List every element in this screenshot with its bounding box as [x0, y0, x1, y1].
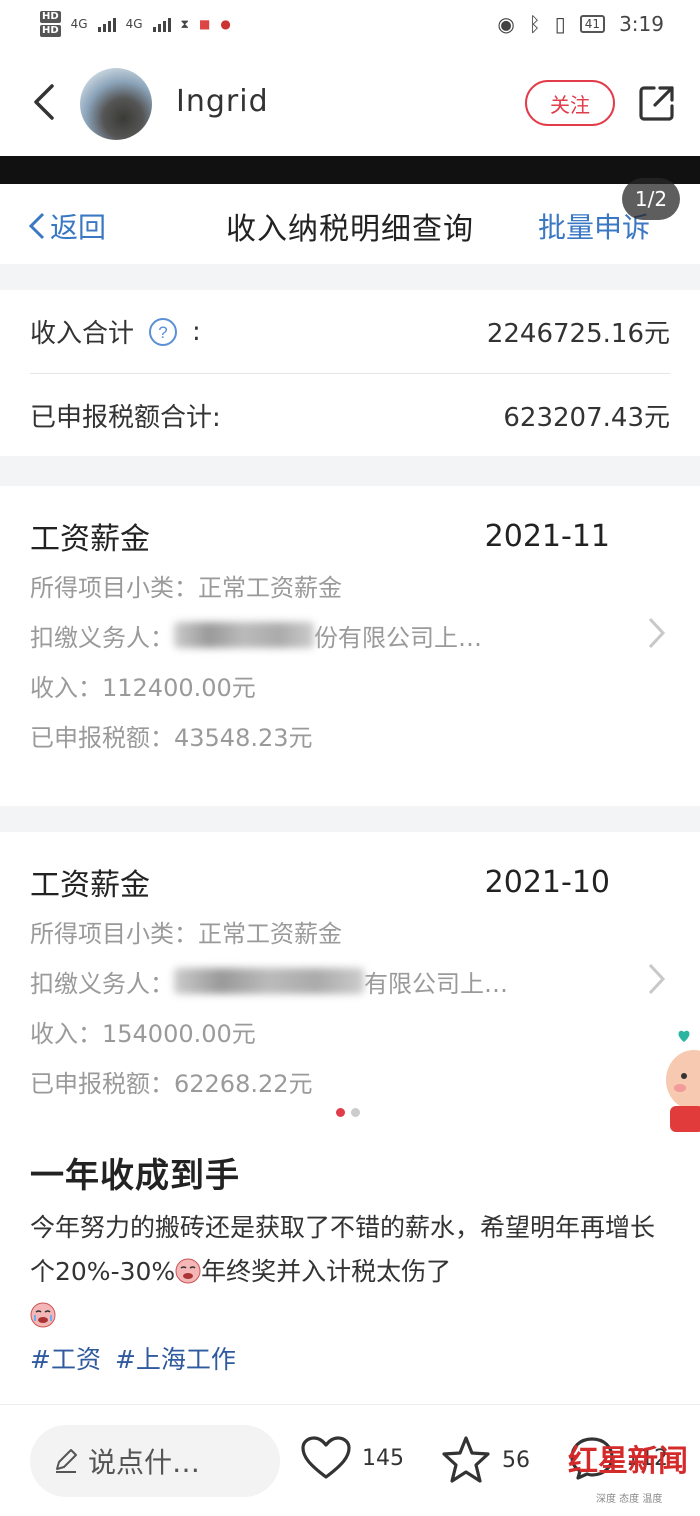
share-icon[interactable]: [638, 84, 676, 122]
record-withholder: 扣缴义务人： 份有限公司上…: [30, 610, 670, 660]
status-right-icons: ◉ ᛒ ▯ 41 3:19: [497, 12, 664, 36]
favorite-button[interactable]: 56: [440, 1435, 530, 1485]
status-left-icons: HD HD 4G 4G ⧗ ■ ●: [40, 10, 231, 38]
comment-input[interactable]: 说点什…: [30, 1425, 280, 1497]
tag-salary[interactable]: #工资: [30, 1340, 101, 1376]
record-subcategory: 所得项目小类：正常工资薪金: [30, 919, 342, 948]
sticker-icon[interactable]: [664, 1028, 700, 1138]
tax-total-row: 已申报税额合计: 623207.43元: [30, 373, 670, 456]
chevron-right-icon: [648, 963, 666, 995]
hd-badges: HD HD: [40, 10, 61, 38]
withholder-label: 扣缴义务人：: [30, 623, 174, 652]
record-tax: 已申报税额：43548.23元: [30, 723, 313, 752]
vibrate-icon: ▯: [554, 12, 566, 36]
record-header: 工资薪金 2021-11: [30, 512, 670, 560]
battery-icon: 41: [579, 15, 606, 33]
record-tax: 已申报税额：62268.22元: [30, 1069, 313, 1098]
income-total-colon: :: [192, 316, 201, 347]
record-subcategory: 所得项目小类：正常工资薪金: [30, 573, 342, 602]
post-body: 今年努力的搬砖还是获取了不错的薪水，希望明年再增长个20%-30% 年终奖并入计税…: [30, 1206, 670, 1338]
like-count: 145: [362, 1445, 404, 1471]
record-header: 工资薪金 2021-10: [30, 858, 670, 906]
question-icon: ?: [149, 317, 178, 346]
blurred-company-name: [174, 968, 364, 994]
record-date: 2021-10: [484, 864, 610, 900]
post-body-text-2: 年终奖并入计税太伤了: [201, 1257, 452, 1286]
bluetooth-icon: ᛒ: [528, 12, 541, 36]
status-bar: HD HD 4G 4G ⧗ ■ ● ◉ ᛒ ▯ 41 3:19: [0, 0, 700, 48]
record-income: 收入：154000.00元: [30, 1019, 256, 1048]
svg-text:?: ?: [158, 323, 167, 342]
back-arrow-icon[interactable]: [26, 80, 66, 124]
carousel-dot[interactable]: [351, 1108, 360, 1117]
tax-total-value: 623207.43元: [503, 402, 670, 433]
record-type: 工资薪金: [30, 522, 150, 557]
bank-notification-icon: ●: [220, 17, 231, 31]
like-button[interactable]: 145: [300, 1435, 404, 1481]
post-image[interactable]: 返回 收入纳税明细查询 批量申诉 收入合计 ? : 2246725.16元 已申…: [0, 156, 700, 1116]
signal-icon-2: [152, 16, 171, 32]
income-summary: 收入合计 ? : 2246725.16元 已申报税额合计: 623207.43元: [0, 290, 700, 456]
crying-face-icon: [30, 1302, 56, 1328]
follow-button[interactable]: 关注: [525, 80, 615, 126]
tax-record-card: 工资薪金 2021-11 所得项目小类：正常工资薪金 扣缴义务人： 份有限公司上…: [0, 486, 700, 806]
record-date: 2021-11: [484, 518, 610, 554]
income-total-row: 收入合计 ? : 2246725.16元: [30, 290, 670, 373]
record-income: 收入：112400.00元: [30, 673, 256, 702]
watermark-logo: 红星新闻: [568, 1444, 688, 1479]
watermark-slogan: 深度 态度 温度: [596, 1494, 663, 1505]
username[interactable]: Ingrid: [176, 84, 269, 119]
favorite-count: 56: [502, 1447, 530, 1473]
post-tags: #工资 #上海工作: [30, 1340, 236, 1376]
crying-face-icon: [175, 1258, 201, 1284]
record-type: 工资薪金: [30, 868, 150, 903]
avatar[interactable]: [80, 68, 152, 140]
hd-badge-1: HD: [40, 11, 61, 23]
post-header: Ingrid 关注: [0, 58, 700, 148]
comment-placeholder: 说点什…: [88, 1446, 201, 1479]
withholder-label: 扣缴义务人：: [30, 969, 174, 998]
tax-total-label: 已申报税额合计:: [30, 402, 221, 433]
signal-icon: [97, 16, 116, 32]
eye-comfort-icon: ◉: [497, 12, 515, 36]
hourglass-icon: ⧗: [180, 16, 189, 31]
carousel-dot-active[interactable]: [336, 1108, 345, 1117]
hd-badge-2: HD: [40, 25, 61, 37]
withholder-visible-text: 有限公司上…: [364, 969, 508, 998]
star-icon: [442, 1436, 490, 1483]
income-total-label: 收入合计: [30, 319, 135, 349]
chevron-right-icon: [648, 617, 666, 649]
embedded-nav-bar: 返回 收入纳税明细查询 批量申诉: [0, 184, 700, 264]
heart-icon: [301, 1436, 351, 1479]
post-title: 一年收成到手: [30, 1156, 240, 1196]
tag-shanghai-work[interactable]: #上海工作: [115, 1340, 236, 1376]
app-notification-icon: ■: [198, 17, 211, 31]
network-label-2: 4G: [125, 17, 143, 31]
income-total-value: 2246725.16元: [486, 319, 670, 349]
clock: 3:19: [619, 12, 664, 36]
tax-record-card: 工资薪金 2021-10 所得项目小类：正常工资薪金 扣缴义务人： 有限公司上……: [0, 832, 700, 1116]
record-withholder: 扣缴义务人： 有限公司上…: [30, 956, 670, 1006]
image-counter: 1/2: [622, 178, 680, 220]
pencil-icon: [56, 1449, 77, 1473]
network-label-1: 4G: [70, 17, 88, 31]
carousel-indicator: [336, 1108, 360, 1117]
blurred-company-name: [174, 622, 314, 648]
withholder-visible-text: 份有限公司上…: [314, 623, 482, 652]
embedded-status-bar: [0, 156, 700, 184]
